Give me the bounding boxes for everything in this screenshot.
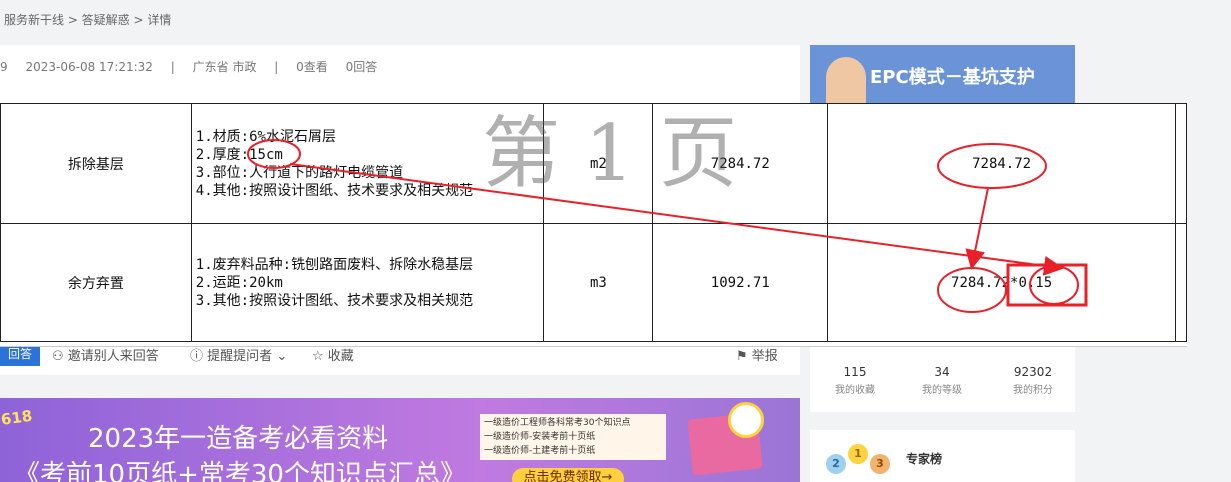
stat-value: 92302 — [1013, 365, 1053, 379]
side-promo-title: EPC模式－基坑支护 — [870, 67, 1035, 88]
description-line: 3.部位:人行道下的路灯电缆管道 — [195, 164, 404, 181]
alarm-clock-icon — [728, 402, 764, 438]
item-quantity: 1092.71 — [652, 223, 829, 342]
item-formula: 7284.72*0.15 — [827, 223, 1176, 342]
stat-level[interactable]: 34 我的等级 — [907, 365, 977, 396]
stat-value: 34 — [934, 365, 950, 379]
stat-label: 我的等级 — [922, 385, 962, 396]
description-line: 1.材质:6%水泥石屑层 — [195, 128, 336, 145]
invite-icon: ⚇ — [52, 349, 64, 364]
invite-answer-link[interactable]: ⚇ 邀请别人来回答 — [52, 345, 159, 364]
remind-label: 提醒提问者 — [207, 349, 273, 364]
expert-ranking-title[interactable]: 专家榜 — [906, 450, 942, 467]
favorite-label: 收藏 — [327, 349, 354, 364]
item-quantity: 7284.72 — [652, 103, 829, 224]
stat-favorites[interactable]: 115 我的收藏 — [820, 365, 890, 396]
attached-sheet-image: 拆除基层 1.材质:6%水泥石屑层 2.厚度:15cm 3.部位:人行道下的路灯… — [0, 103, 1188, 347]
item-name: 余方弃置 — [0, 223, 192, 342]
favorite-link[interactable]: ☆ 收藏 — [312, 345, 354, 364]
presenter-avatar — [826, 57, 866, 105]
table-edge-cell — [1174, 103, 1188, 224]
user-stats-panel: 115 我的收藏 34 我的等级 92302 我的积分 — [810, 345, 1075, 412]
report-label: 举报 — [751, 349, 778, 364]
table-edge-cell — [1174, 223, 1188, 342]
promo-resource-item: 一级造价师-土建考前十页纸 — [484, 446, 596, 456]
description-line: 3.其他:按照设计图纸、技术要求及相关规范 — [195, 292, 474, 309]
side-promo-banner[interactable]: EPC模式－基坑支护 — [810, 45, 1075, 105]
item-unit: m2 — [543, 103, 654, 224]
post-datetime: 2023-06-08 17:21:32 — [25, 60, 153, 74]
promo-subtitle: 《考前10页纸+常考30个知识点汇总》 — [14, 460, 466, 482]
remind-asker-link[interactable]: ⓘ 提醒提问者 ⌄ — [190, 345, 287, 364]
question-meta: 9 2023-06-08 17:21:32 | 广东省 市政 | 0查看 0回答 — [0, 58, 391, 75]
description-line: 2.运距:20km — [195, 274, 283, 291]
answer-count: 0回答 — [345, 60, 378, 74]
meta-separator: | — [274, 60, 279, 74]
promo-title: 2023年一造备考必看资料 — [88, 424, 389, 454]
report-link[interactable]: ⚑ 举报 — [736, 345, 778, 364]
medal-gold-icon: 1 — [848, 444, 868, 464]
item-formula: 7284.72 — [827, 103, 1176, 224]
promo-banner[interactable]: 618 2023年一造备考必看资料 《考前10页纸+常考30个知识点汇总》 一级… — [0, 398, 800, 482]
promo-resource-item: 一级造价工程师各科常考30个知识点 — [484, 418, 631, 428]
item-description: 1.材质:6%水泥石屑层 2.厚度:15cm 3.部位:人行道下的路灯电缆管道 … — [190, 103, 545, 224]
bill-of-quantities-table: 拆除基层 1.材质:6%水泥石屑层 2.厚度:15cm 3.部位:人行道下的路灯… — [0, 103, 1188, 342]
item-name: 拆除基层 — [0, 103, 192, 224]
stat-label: 我的积分 — [1013, 385, 1053, 396]
invite-label: 邀请别人来回答 — [67, 349, 159, 364]
medals-icon: 2 1 3 — [826, 444, 892, 478]
flag-icon: ⚑ — [736, 349, 748, 364]
question-id: 9 — [0, 60, 8, 74]
info-icon: ⓘ — [190, 349, 204, 364]
stat-label: 我的收藏 — [835, 385, 875, 396]
item-description: 1.废弃料品种:铣刨路面废料、拆除水稳基层 2.运距:20km 3.其他:按照设… — [190, 223, 545, 342]
promo-resource-item: 一级造价师-安装考前十页纸 — [484, 432, 596, 442]
medal-bronze-icon: 3 — [870, 454, 890, 474]
breadcrumb[interactable]: 服务新干线 > 答疑解惑 > 详情 — [0, 0, 804, 40]
table-row: 余方弃置 1.废弃料品种:铣刨路面废料、拆除水稳基层 2.运距:20km 3.其… — [0, 223, 1188, 342]
medal-silver-icon: 2 — [826, 454, 846, 474]
description-line: 4.其他:按照设计图纸、技术要求及相关规范 — [195, 182, 474, 199]
expert-ranking-panel: 2 1 3 专家榜 — [810, 430, 1075, 482]
promo-resource-list: 一级造价工程师各科常考30个知识点 一级造价师-安装考前十页纸 一级造价师-土建… — [480, 414, 666, 460]
meta-separator: | — [170, 60, 175, 74]
free-download-button[interactable]: 点击免费领取→ — [512, 468, 624, 482]
item-unit: m3 — [543, 223, 654, 342]
promo-618-badge: 618 — [0, 406, 34, 429]
description-line: 1.废弃料品种:铣刨路面废料、拆除水稳基层 — [195, 256, 474, 273]
stat-value: 115 — [843, 365, 867, 379]
description-line: 2.厚度:15cm — [195, 146, 283, 163]
star-icon: ☆ — [312, 349, 324, 364]
region-category[interactable]: 广东省 市政 — [193, 60, 257, 74]
view-count: 0查看 — [296, 60, 328, 74]
stat-points[interactable]: 92302 我的积分 — [998, 365, 1068, 396]
table-row: 拆除基层 1.材质:6%水泥石屑层 2.厚度:15cm 3.部位:人行道下的路灯… — [0, 103, 1188, 224]
chevron-down-icon: ⌄ — [276, 349, 288, 364]
